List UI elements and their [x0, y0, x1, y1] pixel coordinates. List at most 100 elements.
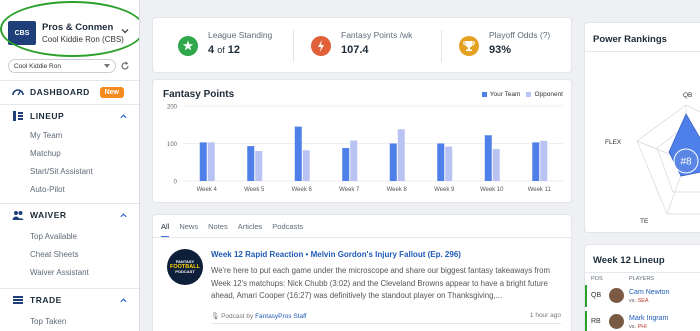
rank-value: #8: [680, 157, 692, 168]
x-tick-label: Week 10: [480, 187, 504, 193]
avatar: [609, 314, 624, 329]
team-name: Pros & Conmen: [42, 22, 114, 33]
column-header-pos: POS: [591, 276, 603, 282]
nav-dashboard-label: DASHBOARD: [30, 87, 90, 97]
chart-legend: Your Team Opponent: [476, 91, 563, 98]
y-tick-label: 100: [167, 142, 178, 148]
news-meta: 🎙 Podcast by FantasyPros Staff 1 hour ag…: [211, 312, 561, 320]
chevron-up-icon[interactable]: [119, 211, 128, 220]
power-rankings-card: Power Rankings #8 QB FLEX TE: [584, 22, 700, 233]
lineup-row[interactable]: RB Mark Ingram vs. PHI: [585, 311, 700, 331]
stat-label: Playoff Odds (?): [489, 30, 551, 40]
nav-waiver-label: WAIVER: [30, 210, 67, 220]
team-switcher[interactable]: CBS Pros & Conmen Cool Kiddie Ron (CBS): [8, 16, 134, 50]
stat-league-standing: League Standing 4 of 12: [178, 30, 288, 62]
nav-lineup[interactable]: LINEUP: [0, 106, 139, 126]
news-time: 1 hour ago: [529, 312, 561, 319]
divider: [0, 288, 139, 289]
lineup-row[interactable]: QB Cam Newton vs. SEA: [585, 285, 700, 307]
tab-articles[interactable]: Articles: [238, 222, 263, 238]
x-tick-label: Week 5: [244, 187, 265, 193]
radar-axis-label: QB: [683, 92, 692, 99]
news-author-link[interactable]: FantasyPros Staff: [255, 313, 307, 320]
team-subtitle: Cool Kiddie Ron (CBS): [42, 35, 124, 44]
news-title-link[interactable]: Week 12 Rapid Reaction • Melvin Gordon's…: [211, 250, 461, 259]
bar-team: [389, 143, 397, 181]
sidebar-item-auto-pilot[interactable]: Auto-Pilot: [30, 185, 65, 194]
nav-trade-label: TRADE: [30, 295, 62, 305]
x-tick-label: Week 4: [197, 187, 218, 193]
bar-opponent: [207, 142, 215, 181]
divider: [441, 30, 442, 62]
divider: [211, 323, 561, 324]
tab-news[interactable]: News: [179, 222, 198, 238]
stat-label: Fantasy Points /wk: [341, 30, 413, 40]
divider: [0, 203, 139, 204]
lightning-icon: [311, 36, 331, 56]
mic-icon: 🎙: [211, 313, 220, 320]
nav-lineup-label: LINEUP: [30, 111, 65, 121]
divider: [0, 80, 139, 81]
sidebar-item-top-taken[interactable]: Top Taken: [30, 317, 66, 326]
divider: [0, 104, 139, 105]
player-opponent: vs. SEA: [629, 298, 649, 304]
power-rankings-title: Power Rankings: [593, 34, 667, 45]
refresh-icon[interactable]: [120, 61, 130, 71]
users-icon: [12, 211, 24, 220]
sidebar-item-matchup[interactable]: Matchup: [30, 149, 61, 158]
bar-opponent: [255, 151, 263, 181]
lineup-pos: QB: [591, 292, 602, 299]
bar-opponent: [350, 140, 358, 181]
sidebar-item-top-available[interactable]: Top Available: [30, 232, 77, 241]
bar-team: [484, 135, 492, 181]
tab-notes[interactable]: Notes: [208, 222, 228, 238]
stat-playoff-odds: Playoff Odds (?) 93%: [459, 30, 569, 62]
status-bar: [585, 285, 587, 307]
radar-axis-label: TE: [640, 218, 649, 225]
news-meta-prefix: Podcast by: [221, 313, 254, 320]
bar-opponent: [397, 129, 405, 181]
week-lineup-title: Week 12 Lineup: [593, 255, 665, 266]
news-body: We're here to put each game under the mi…: [211, 266, 550, 300]
account-select-label: Cool Kiddie Ron: [14, 62, 61, 70]
podcast-logo: FANTASY FOOTBALL PODCAST: [167, 249, 203, 285]
x-tick-label: Week 9: [434, 187, 455, 193]
bar-team: [437, 143, 445, 181]
fantasy-points-title: Fantasy Points: [163, 89, 235, 100]
chevron-up-icon[interactable]: [119, 296, 128, 305]
player-name-link[interactable]: Cam Newton: [629, 289, 669, 296]
legend-label-opponent: Opponent: [534, 91, 563, 98]
player-name-link[interactable]: Mark Ingram: [629, 315, 668, 322]
sidebar-item-cheat-sheets[interactable]: Cheat Sheets: [30, 250, 78, 259]
sidebar-item-my-team[interactable]: My Team: [30, 131, 62, 140]
bar-opponent: [540, 140, 548, 181]
fantasy-points-card: Fantasy Points Your Team Opponent 0 100 20…: [152, 79, 572, 203]
y-tick-label: 200: [167, 105, 178, 111]
x-tick-label: Week 8: [387, 187, 408, 193]
status-bar: [585, 311, 587, 331]
nav-waiver[interactable]: WAIVER: [0, 205, 139, 225]
avatar: [609, 288, 624, 303]
fantasy-points-chart: 0 100 200 Week 4 Week 5 Week 6 Week 7 Week 8 Wee…: [167, 105, 563, 193]
tab-all[interactable]: All: [161, 222, 170, 238]
bar-opponent: [445, 146, 453, 181]
bar-opponent: [492, 149, 500, 181]
lineup-pos: RB: [591, 318, 601, 325]
account-select[interactable]: Cool Kiddie Ron: [8, 59, 116, 73]
bar-team: [247, 146, 255, 181]
chevron-down-icon[interactable]: [120, 26, 130, 36]
radar-axis-label: FLEX: [605, 139, 622, 146]
x-tick-label: Week 6: [292, 187, 313, 193]
sidebar-item-waiver-assistant[interactable]: Waiver Assistant: [30, 268, 89, 277]
nav-dashboard[interactable]: DASHBOARD New: [0, 82, 139, 102]
nav-trade[interactable]: TRADE: [0, 290, 139, 310]
divider: [153, 237, 573, 238]
tab-podcasts[interactable]: Podcasts: [272, 222, 303, 238]
chevron-up-icon[interactable]: [119, 112, 128, 121]
bar-team: [532, 142, 540, 181]
legend-label-team: Your Team: [489, 91, 521, 98]
stat-fantasy-points: Fantasy Points /wk 107.4: [311, 30, 431, 62]
legend-swatch-team: [481, 92, 487, 97]
sidebar-item-start-sit[interactable]: Start/Sit Assistant: [30, 167, 93, 176]
divider: [293, 30, 294, 62]
